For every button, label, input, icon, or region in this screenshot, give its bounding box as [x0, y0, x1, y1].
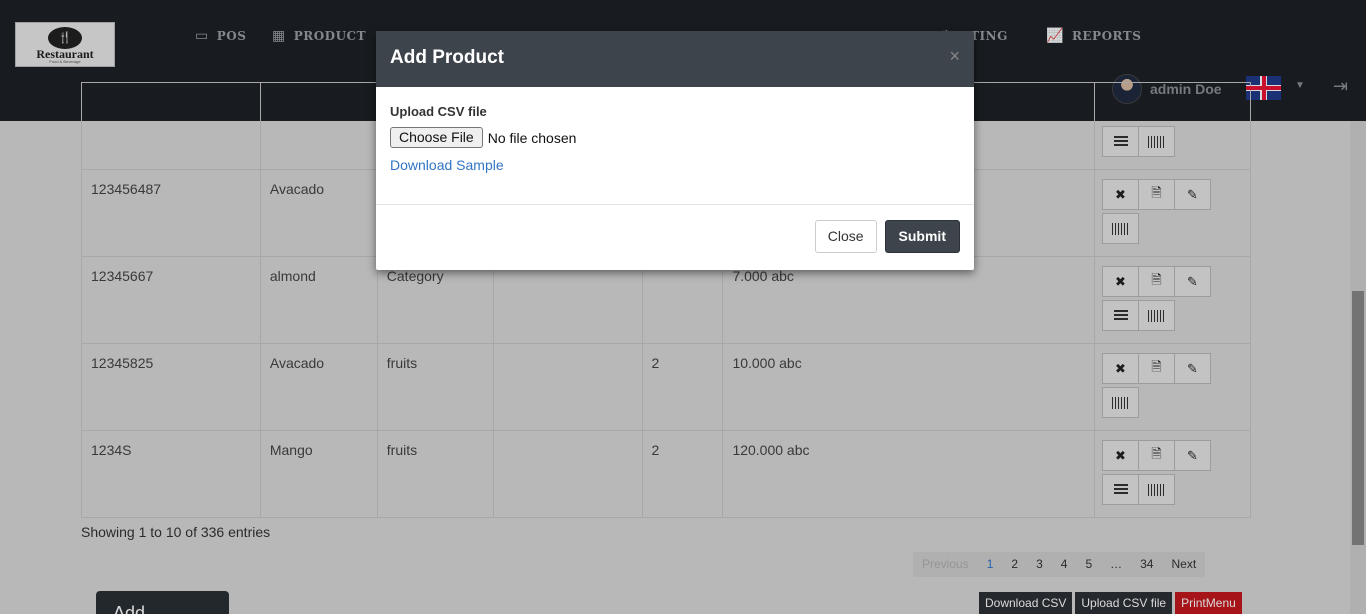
- add-product-modal: Add Product × Upload CSV file Choose Fil…: [376, 31, 974, 270]
- submit-button[interactable]: Submit: [884, 220, 960, 253]
- modal-footer: Close Submit: [376, 205, 974, 268]
- close-icon[interactable]: ×: [949, 46, 960, 67]
- file-input[interactable]: Choose File No file chosen: [390, 127, 960, 148]
- modal-header: Add Product ×: [376, 31, 974, 87]
- modal-title: Add Product: [390, 47, 504, 68]
- close-button[interactable]: Close: [814, 220, 877, 253]
- file-status: No file chosen: [487, 129, 577, 146]
- upload-csv-label: Upload CSV file: [390, 104, 487, 119]
- download-sample-link[interactable]: Download Sample: [390, 157, 960, 173]
- choose-file-button[interactable]: Choose File: [390, 127, 483, 148]
- modal-body: Upload CSV file Choose File No file chos…: [376, 87, 974, 205]
